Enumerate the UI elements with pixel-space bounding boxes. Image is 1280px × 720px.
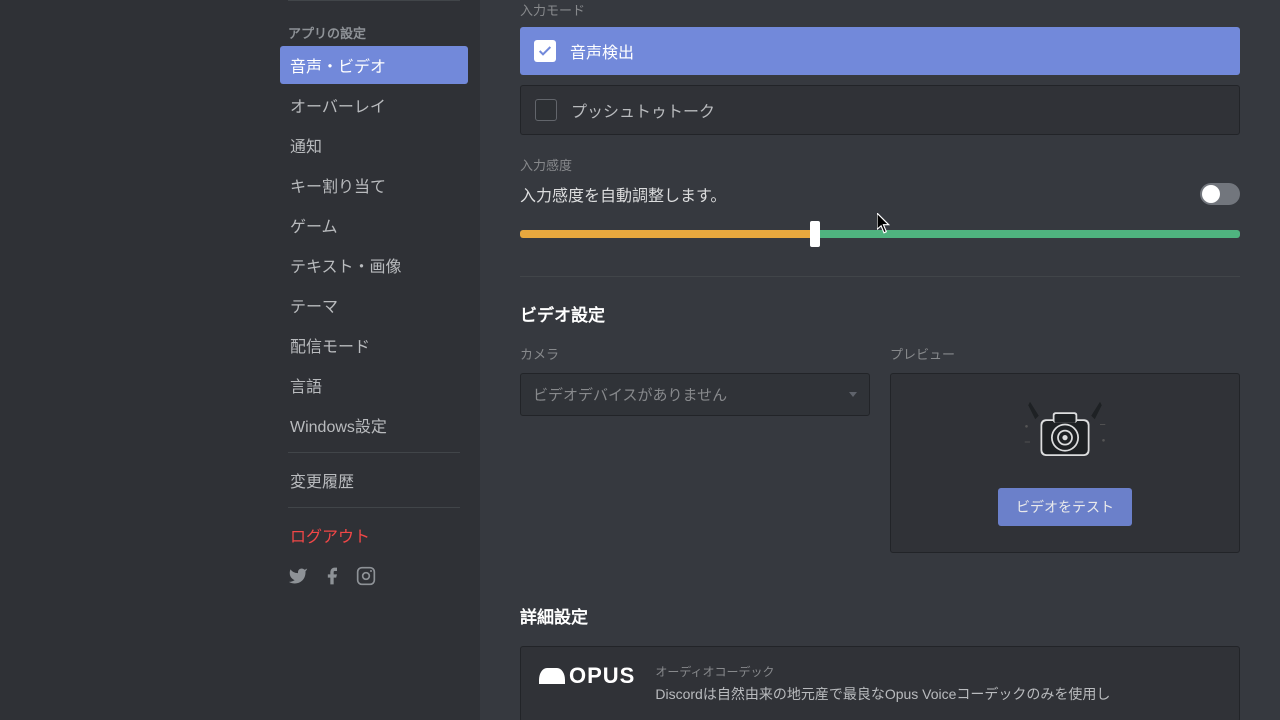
camera-label: カメラ [520, 344, 870, 363]
codec-label: オーディオコーデック [655, 663, 1110, 680]
sensitivity-slider[interactable] [520, 222, 1240, 244]
sidebar-item-game-activity[interactable]: ゲーム [280, 206, 468, 244]
twitter-icon[interactable] [288, 566, 308, 591]
ptt-label: プッシュトゥトーク [571, 98, 715, 122]
input-mode-header: 入力モード [520, 0, 1240, 19]
input-mode-voice-activity[interactable]: 音声検出 [520, 27, 1240, 75]
video-preview: ビデオをテスト [890, 373, 1240, 553]
sidebar-item-language[interactable]: 言語 [280, 366, 468, 404]
sidebar-item-voice-video[interactable]: 音声・ビデオ [280, 46, 468, 84]
sensitivity-label: 入力感度 [520, 155, 1240, 174]
slider-track-high [815, 230, 1240, 238]
sensitivity-desc: 入力感度を自動調整します。 [520, 182, 726, 206]
sidebar-item-appearance[interactable]: テーマ [280, 286, 468, 324]
sidebar-item-changelog[interactable]: 変更履歴 [280, 461, 468, 499]
advanced-header: 詳細設定 [520, 603, 1240, 628]
voice-activity-label: 音声検出 [570, 39, 634, 63]
facebook-icon[interactable] [322, 566, 342, 591]
instagram-icon[interactable] [356, 566, 376, 591]
sidebar-item-streamer-mode[interactable]: 配信モード [280, 326, 468, 364]
checkbox-unchecked-icon [535, 99, 557, 121]
preview-label: プレビュー [890, 344, 1240, 363]
sidebar-item-keybinds[interactable]: キー割り当て [280, 166, 468, 204]
audio-codec-box: OPUS オーディオコーデック Discordは自然由来の地元産で最良なOpus… [520, 646, 1240, 720]
sidebar-item-windows-settings[interactable]: Windows設定 [280, 406, 468, 444]
chevron-down-icon [849, 392, 857, 397]
sidebar-item-overlay[interactable]: オーバーレイ [280, 86, 468, 124]
slider-handle[interactable] [810, 221, 820, 247]
video-settings-header: ビデオ設定 [520, 301, 1240, 326]
test-video-button[interactable]: ビデオをテスト [998, 488, 1132, 526]
camera-select[interactable]: ビデオデバイスがありません [520, 373, 870, 416]
slider-track-low [520, 230, 815, 238]
sidebar-item-logout[interactable]: ログアウト [280, 516, 468, 554]
camera-icon [1020, 400, 1110, 470]
sidebar-item-notifications[interactable]: 通知 [280, 126, 468, 164]
checkbox-checked-icon [534, 40, 556, 62]
toggle-knob [1202, 185, 1220, 203]
sidebar-header-app: アプリの設定 [280, 9, 468, 46]
opus-logo: OPUS [539, 663, 635, 689]
auto-sensitivity-toggle[interactable] [1200, 183, 1240, 205]
sidebar-item-text-images[interactable]: テキスト・画像 [280, 246, 468, 284]
camera-select-value: ビデオデバイスがありません [533, 384, 727, 405]
input-mode-ptt[interactable]: プッシュトゥトーク [520, 85, 1240, 135]
codec-desc: Discordは自然由来の地元産で最良なOpus Voiceコーデックのみを使用… [655, 684, 1110, 705]
